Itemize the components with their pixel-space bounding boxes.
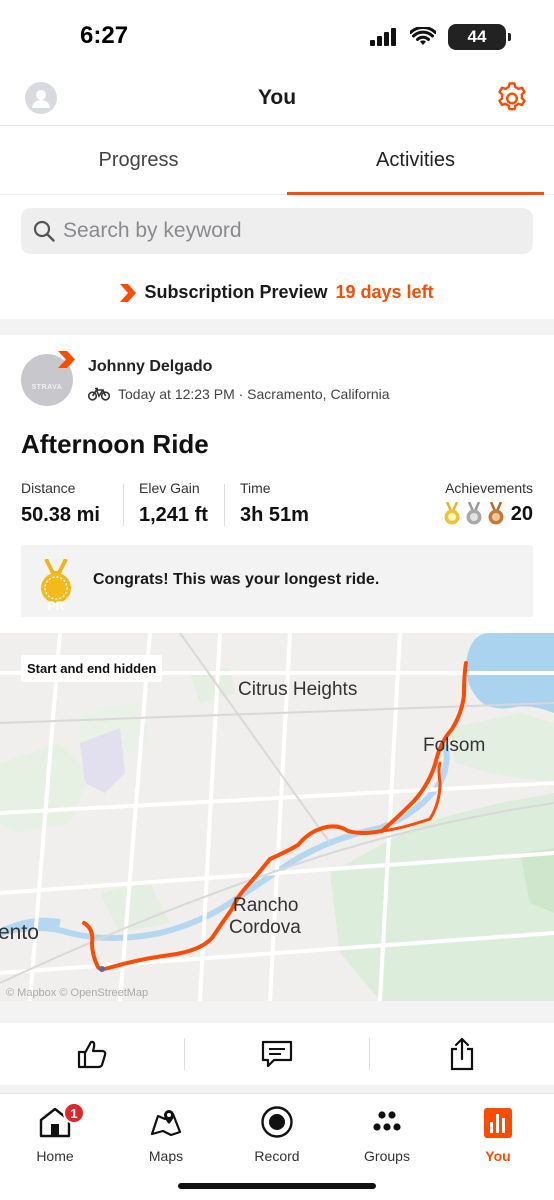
pr-medal-text: PR bbox=[47, 599, 65, 613]
search-bar bbox=[21, 208, 533, 254]
avatar-strava-text: STRAVA bbox=[31, 384, 63, 391]
map-attribution[interactable]: © Mapbox © OpenStreetMap bbox=[6, 987, 148, 999]
nav-record-icon-wrap bbox=[237, 1104, 317, 1140]
home-indicator[interactable] bbox=[178, 1183, 376, 1189]
stat-value: 50.38 mi bbox=[21, 504, 100, 526]
wifi-icon bbox=[410, 27, 436, 45]
social-actions bbox=[0, 1023, 554, 1085]
achievements-label: Achievements bbox=[445, 480, 533, 496]
achievements[interactable]: Achievements 20 bbox=[443, 480, 533, 526]
activity-meta: Today at 12:23 PM · Sacramento, Californ… bbox=[88, 386, 390, 402]
achievements-count: 20 bbox=[510, 502, 533, 525]
maps-icon bbox=[150, 1110, 182, 1137]
stat-distance: Distance 50.38 mi bbox=[21, 480, 100, 527]
map-label-folsom: Folsom bbox=[423, 735, 486, 756]
map-label-citrus-heights: Citrus Heights bbox=[238, 679, 358, 700]
stat-value: 1,241 ft bbox=[139, 504, 208, 526]
nav-label: You bbox=[485, 1148, 511, 1164]
nav-groups-icon-wrap bbox=[347, 1104, 427, 1140]
search-icon bbox=[33, 220, 55, 242]
signal-icon bbox=[370, 28, 396, 46]
you-stats-icon bbox=[484, 1108, 512, 1138]
bike-icon bbox=[88, 387, 110, 401]
nav-home[interactable]: 1 Home bbox=[15, 1102, 95, 1164]
activity-stats: Distance 50.38 mi Elev Gain 1,241 ft Tim… bbox=[21, 480, 533, 530]
subscription-days-left: 19 days left bbox=[335, 282, 434, 302]
athlete-name[interactable]: Johnny Delgado bbox=[88, 358, 212, 376]
stat-label: Elev Gain bbox=[139, 480, 200, 496]
battery-indicator: 44 bbox=[448, 24, 511, 50]
medals-row: 20 bbox=[443, 502, 533, 526]
pr-callout[interactable]: PR Congrats! This was your longest ride. bbox=[21, 545, 533, 617]
kudos-button[interactable] bbox=[0, 1023, 184, 1085]
nav-groups[interactable]: Groups bbox=[347, 1104, 427, 1164]
stat-label: Distance bbox=[21, 480, 76, 496]
comment-icon bbox=[261, 1040, 293, 1068]
top-nav: You bbox=[0, 70, 554, 126]
pr-message: Congrats! This was your longest ride. bbox=[93, 571, 380, 588]
nav-maps[interactable]: Maps bbox=[126, 1104, 206, 1164]
thumbs-up-icon bbox=[77, 1040, 107, 1069]
share-button[interactable] bbox=[370, 1023, 554, 1085]
section-divider bbox=[0, 1085, 554, 1093]
map-label-rancho: Rancho bbox=[233, 895, 299, 916]
tab-bar: Progress Activities bbox=[0, 127, 554, 195]
map-label-sacramento: ento bbox=[0, 921, 39, 944]
stat-value: 3h 51m bbox=[240, 504, 309, 526]
subscription-banner[interactable]: Subscription Preview 19 days left bbox=[0, 282, 554, 303]
stat-divider bbox=[123, 484, 124, 526]
map-label-cordova: Cordova bbox=[229, 917, 301, 938]
share-icon bbox=[450, 1037, 474, 1071]
tab-activities[interactable]: Activities bbox=[277, 127, 554, 195]
stat-elev-gain: Elev Gain 1,241 ft bbox=[139, 480, 208, 527]
strava-chevron-icon bbox=[120, 283, 137, 302]
nav-record[interactable]: Record bbox=[237, 1104, 317, 1164]
activity-title[interactable]: Afternoon Ride bbox=[21, 429, 209, 460]
stat-label: Time bbox=[240, 480, 271, 496]
silver-medal-icon bbox=[466, 502, 482, 525]
gold-medal-icon bbox=[444, 502, 460, 525]
route-map[interactable]: Start and end hidden Citrus Heights Fols… bbox=[0, 633, 554, 1001]
bronze-medal-icon bbox=[488, 502, 504, 525]
record-icon bbox=[261, 1106, 293, 1138]
status-time: 6:27 bbox=[80, 22, 129, 49]
nav-you[interactable]: You bbox=[458, 1104, 538, 1164]
section-divider bbox=[0, 319, 554, 335]
status-icons: 44 bbox=[370, 24, 511, 50]
subscription-label: Subscription Preview bbox=[144, 282, 328, 302]
search-input[interactable] bbox=[63, 219, 503, 243]
nav-label: Maps bbox=[148, 1148, 184, 1164]
athlete-avatar[interactable]: STRAVA bbox=[21, 351, 75, 406]
activity-time-location: Today at 12:23 PM · Sacramento, Californ… bbox=[118, 386, 390, 402]
nav-label: Home bbox=[36, 1148, 74, 1164]
stat-time: Time 3h 51m bbox=[240, 480, 309, 527]
nav-maps-icon-wrap bbox=[126, 1104, 206, 1140]
status-bar: 6:27 44 bbox=[0, 0, 554, 70]
comment-button[interactable] bbox=[185, 1023, 369, 1085]
page-title: You bbox=[257, 86, 297, 109]
nav-you-icon-wrap bbox=[458, 1104, 538, 1140]
nav-label: Groups bbox=[364, 1148, 410, 1164]
section-divider bbox=[0, 1001, 554, 1023]
gear-icon[interactable] bbox=[494, 80, 530, 116]
privacy-badge: Start and end hidden bbox=[21, 655, 163, 682]
tab-progress[interactable]: Progress bbox=[0, 127, 277, 194]
subscriber-badge-icon bbox=[58, 351, 75, 368]
notification-badge: 1 bbox=[63, 1102, 85, 1124]
nav-label: Record bbox=[254, 1148, 300, 1164]
stat-divider bbox=[224, 484, 225, 526]
groups-icon bbox=[373, 1111, 401, 1131]
